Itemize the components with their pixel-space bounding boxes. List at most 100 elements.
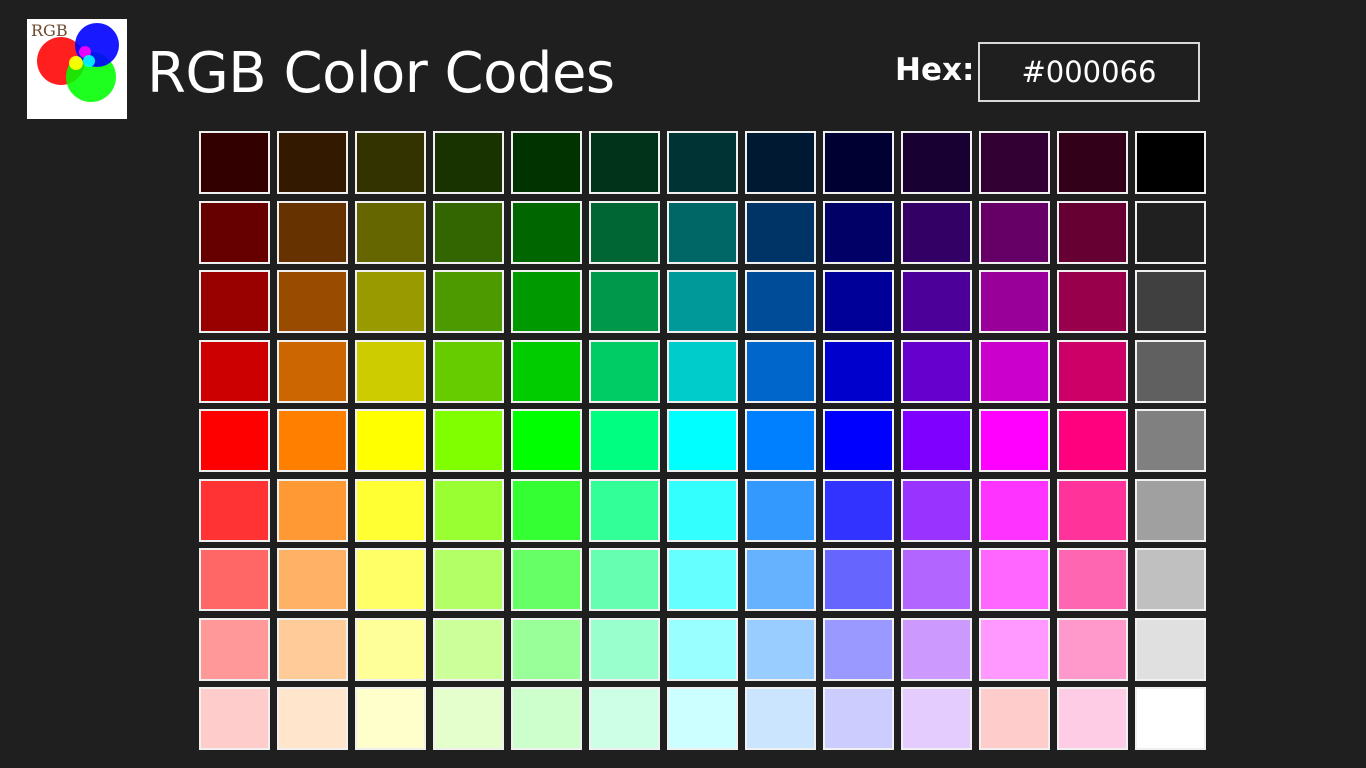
color-swatch[interactable] [589, 618, 660, 681]
color-swatch[interactable] [277, 479, 348, 542]
color-swatch[interactable] [823, 687, 894, 750]
color-swatch[interactable] [901, 131, 972, 194]
color-swatch[interactable] [745, 131, 816, 194]
color-swatch[interactable] [1135, 618, 1206, 681]
color-swatch[interactable] [979, 548, 1050, 611]
color-swatch[interactable] [433, 270, 504, 333]
color-swatch[interactable] [277, 618, 348, 681]
color-swatch[interactable] [979, 340, 1050, 403]
color-swatch[interactable] [823, 340, 894, 403]
color-swatch[interactable] [1135, 131, 1206, 194]
color-swatch[interactable] [901, 687, 972, 750]
color-swatch[interactable] [199, 131, 270, 194]
color-swatch[interactable] [589, 687, 660, 750]
color-swatch[interactable] [745, 201, 816, 264]
color-swatch[interactable] [433, 548, 504, 611]
color-swatch[interactable] [979, 131, 1050, 194]
color-swatch[interactable] [433, 201, 504, 264]
color-swatch[interactable] [1057, 548, 1128, 611]
color-swatch[interactable] [199, 548, 270, 611]
color-swatch[interactable] [745, 270, 816, 333]
color-swatch[interactable] [823, 131, 894, 194]
color-swatch[interactable] [745, 479, 816, 542]
color-swatch[interactable] [667, 548, 738, 611]
color-swatch[interactable] [667, 687, 738, 750]
color-swatch[interactable] [277, 548, 348, 611]
color-swatch[interactable] [667, 479, 738, 542]
color-swatch[interactable] [667, 409, 738, 472]
color-swatch[interactable] [823, 409, 894, 472]
color-swatch[interactable] [355, 548, 426, 611]
color-swatch[interactable] [511, 131, 582, 194]
color-swatch[interactable] [667, 201, 738, 264]
color-swatch[interactable] [355, 131, 426, 194]
color-swatch[interactable] [355, 201, 426, 264]
color-swatch[interactable] [823, 479, 894, 542]
color-swatch[interactable] [589, 548, 660, 611]
color-swatch[interactable] [199, 340, 270, 403]
color-swatch[interactable] [355, 340, 426, 403]
color-swatch[interactable] [1057, 201, 1128, 264]
color-swatch[interactable] [901, 340, 972, 403]
color-swatch[interactable] [433, 687, 504, 750]
color-swatch[interactable] [511, 201, 582, 264]
color-swatch[interactable] [1135, 548, 1206, 611]
color-swatch[interactable] [277, 687, 348, 750]
color-swatch[interactable] [199, 409, 270, 472]
color-swatch[interactable] [745, 618, 816, 681]
color-swatch[interactable] [979, 479, 1050, 542]
color-swatch[interactable] [1135, 270, 1206, 333]
color-swatch[interactable] [901, 479, 972, 542]
color-swatch[interactable] [511, 548, 582, 611]
color-swatch[interactable] [589, 201, 660, 264]
color-swatch[interactable] [1057, 270, 1128, 333]
color-swatch[interactable] [1135, 340, 1206, 403]
color-swatch[interactable] [199, 270, 270, 333]
color-swatch[interactable] [823, 270, 894, 333]
color-swatch[interactable] [433, 409, 504, 472]
color-swatch[interactable] [901, 548, 972, 611]
color-swatch[interactable] [433, 479, 504, 542]
color-swatch[interactable] [823, 618, 894, 681]
color-swatch[interactable] [355, 479, 426, 542]
color-swatch[interactable] [511, 409, 582, 472]
color-swatch[interactable] [901, 201, 972, 264]
color-swatch[interactable] [199, 687, 270, 750]
color-swatch[interactable] [1135, 687, 1206, 750]
color-swatch[interactable] [1135, 201, 1206, 264]
color-swatch[interactable] [277, 131, 348, 194]
color-swatch[interactable] [745, 687, 816, 750]
color-swatch[interactable] [1057, 409, 1128, 472]
color-swatch[interactable] [901, 409, 972, 472]
color-swatch[interactable] [823, 548, 894, 611]
color-swatch[interactable] [589, 270, 660, 333]
color-swatch[interactable] [511, 479, 582, 542]
color-swatch[interactable] [355, 270, 426, 333]
color-swatch[interactable] [667, 618, 738, 681]
color-swatch[interactable] [433, 131, 504, 194]
color-swatch[interactable] [589, 131, 660, 194]
hex-input[interactable] [978, 42, 1200, 102]
color-swatch[interactable] [901, 618, 972, 681]
color-swatch[interactable] [1135, 409, 1206, 472]
color-swatch[interactable] [589, 409, 660, 472]
color-swatch[interactable] [511, 270, 582, 333]
color-swatch[interactable] [277, 270, 348, 333]
color-swatch[interactable] [433, 340, 504, 403]
color-swatch[interactable] [199, 479, 270, 542]
color-swatch[interactable] [1057, 131, 1128, 194]
color-swatch[interactable] [1135, 479, 1206, 542]
color-swatch[interactable] [745, 548, 816, 611]
color-swatch[interactable] [1057, 618, 1128, 681]
color-swatch[interactable] [199, 201, 270, 264]
color-swatch[interactable] [1057, 340, 1128, 403]
color-swatch[interactable] [667, 270, 738, 333]
color-swatch[interactable] [355, 618, 426, 681]
color-swatch[interactable] [823, 201, 894, 264]
color-swatch[interactable] [277, 409, 348, 472]
color-swatch[interactable] [667, 340, 738, 403]
color-swatch[interactable] [589, 479, 660, 542]
color-swatch[interactable] [901, 270, 972, 333]
color-swatch[interactable] [745, 340, 816, 403]
color-swatch[interactable] [979, 687, 1050, 750]
